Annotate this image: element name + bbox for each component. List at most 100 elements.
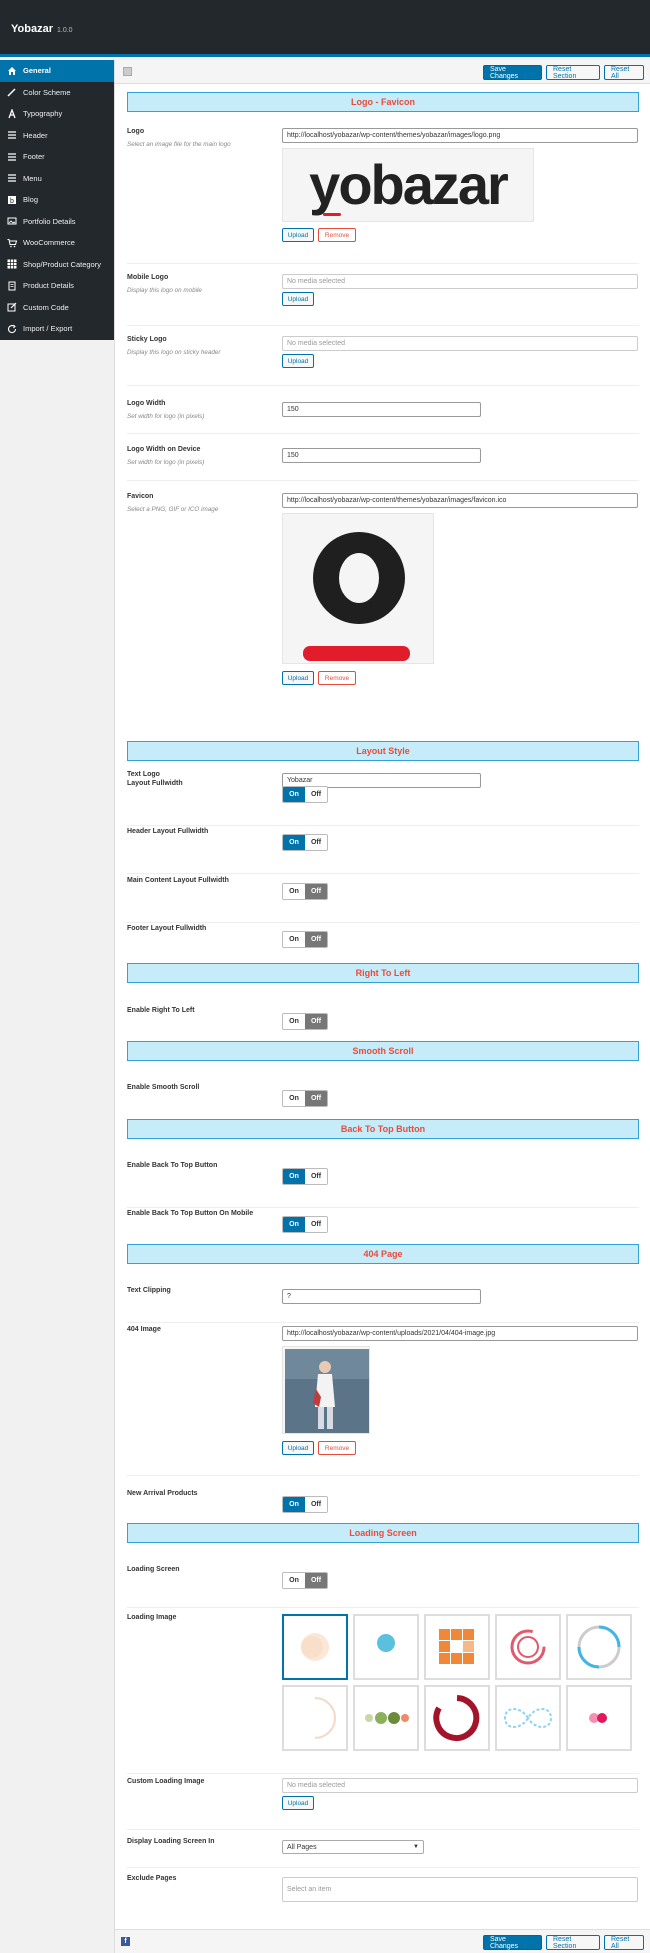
reset-all-button[interactable]: Reset All xyxy=(604,65,644,80)
sidebar-item-custom-code[interactable]: Custom Code xyxy=(0,297,114,319)
loader-option-6[interactable] xyxy=(282,1685,348,1751)
sticky-logo-input[interactable]: No media selected xyxy=(282,336,638,351)
sidebar: General Color Scheme Typography Header F… xyxy=(0,60,114,340)
toggle-off[interactable]: Off xyxy=(305,884,327,899)
toggle-off[interactable]: Off xyxy=(305,1169,327,1184)
favicon-url-input[interactable]: http://localhost/yobazar/wp-content/them… xyxy=(282,493,638,508)
app-root: Yobazar 1.0.0 General Color Scheme Typogr… xyxy=(0,0,650,1953)
toggle-on[interactable]: On xyxy=(283,1091,305,1106)
field-mobile-logo: Mobile Logo Display this logo on mobile … xyxy=(127,274,639,326)
app-title: Yobazar xyxy=(11,23,53,35)
sidebar-item-label: Import / Export xyxy=(23,324,73,334)
loader-option-9[interactable] xyxy=(495,1685,561,1751)
toggle-off[interactable]: Off xyxy=(305,1497,327,1512)
back-to-top-toggle[interactable]: On Off xyxy=(282,1168,328,1185)
sidebar-item-import-export[interactable]: Import / Export xyxy=(0,318,114,340)
404-image-url-input[interactable]: http://localhost/yobazar/wp-content/uplo… xyxy=(282,1326,638,1341)
toggle-on[interactable]: On xyxy=(283,835,305,850)
loading-screen-toggle[interactable]: On Off xyxy=(282,1572,328,1589)
loader-option-1[interactable] xyxy=(282,1614,348,1680)
sidebar-item-label: Menu xyxy=(23,173,42,183)
save-changes-button[interactable]: Save Changes xyxy=(483,1935,542,1950)
sidebar-item-blog[interactable]: b Blog xyxy=(0,189,114,211)
toggle-off[interactable]: Off xyxy=(305,1014,327,1029)
loader-option-4[interactable] xyxy=(495,1614,561,1680)
field-label: Loading Image xyxy=(127,1614,177,1621)
sidebar-item-typography[interactable]: Typography xyxy=(0,103,114,125)
enable-rtl-toggle[interactable]: On Off xyxy=(282,1013,328,1030)
toggle-on[interactable]: On xyxy=(283,1217,305,1232)
svg-text:b: b xyxy=(10,198,14,205)
loader-option-5[interactable] xyxy=(566,1614,632,1680)
loader-option-8[interactable] xyxy=(424,1685,490,1751)
toggle-off[interactable]: Off xyxy=(305,1217,327,1232)
footer-fullwidth-toggle[interactable]: On Off xyxy=(282,931,328,948)
loader-preview xyxy=(314,1697,336,1739)
app-version: 1.0.0 xyxy=(56,27,73,34)
sidebar-item-label: Blog xyxy=(23,195,39,205)
sidebar-item-footer[interactable]: Footer xyxy=(0,146,114,168)
toggle-on[interactable]: On xyxy=(283,1573,305,1588)
loader-preview xyxy=(577,1625,621,1669)
reset-section-button[interactable]: Reset Section xyxy=(546,1935,600,1950)
sidebar-item-woocommerce[interactable]: WooCommerce xyxy=(0,232,114,254)
reset-all-button[interactable]: Reset All xyxy=(604,1935,644,1950)
custom-loading-image-input[interactable]: No media selected xyxy=(282,1778,638,1793)
mobile-logo-upload-button[interactable]: Upload xyxy=(282,292,314,306)
back-to-top-mobile-toggle[interactable]: On Off xyxy=(282,1216,328,1233)
field-label: Enable Right To Left xyxy=(127,1007,195,1014)
favicon-remove-button[interactable]: Remove xyxy=(318,671,356,685)
toggle-off[interactable]: Off xyxy=(305,1091,327,1106)
menu-lines-icon xyxy=(7,130,17,140)
logo-width-device-input[interactable]: 150 xyxy=(282,448,481,463)
sidebar-item-menu[interactable]: Menu xyxy=(0,168,114,190)
facebook-icon[interactable]: f xyxy=(121,1937,130,1946)
section-title-smooth-scroll: Smooth Scroll xyxy=(127,1041,639,1061)
logo-url-input[interactable]: http://localhost/yobazar/wp-content/them… xyxy=(282,128,638,143)
expand-options-icon[interactable] xyxy=(123,67,132,76)
mobile-logo-input[interactable]: No media selected xyxy=(282,274,638,289)
sidebar-item-color-scheme[interactable]: Color Scheme xyxy=(0,82,114,104)
reset-section-button[interactable]: Reset Section xyxy=(546,65,600,80)
toggle-off[interactable]: Off xyxy=(305,1573,327,1588)
toggle-off[interactable]: Off xyxy=(305,835,327,850)
toggle-on[interactable]: On xyxy=(283,1169,305,1184)
logo-remove-button[interactable]: Remove xyxy=(318,228,356,242)
toggle-on[interactable]: On xyxy=(283,884,305,899)
sidebar-item-portfolio-details[interactable]: Portfolio Details xyxy=(0,211,114,233)
logo-upload-button[interactable]: Upload xyxy=(282,228,314,242)
loader-option-7[interactable] xyxy=(353,1685,419,1751)
loader-option-10[interactable] xyxy=(566,1685,632,1751)
toggle-off[interactable]: Off xyxy=(305,932,327,947)
sidebar-item-header[interactable]: Header xyxy=(0,125,114,147)
loader-option-2[interactable] xyxy=(353,1614,419,1680)
404-image-remove-button[interactable]: Remove xyxy=(318,1441,356,1455)
field-new-arrival-products: New Arrival Products On Off xyxy=(127,1490,639,1522)
logo-width-input[interactable]: 150 xyxy=(282,402,481,417)
sidebar-item-shop-product-category[interactable]: Shop/Product Category xyxy=(0,254,114,276)
text-clipping-input[interactable]: ? xyxy=(282,1289,481,1304)
favicon-upload-button[interactable]: Upload xyxy=(282,671,314,685)
save-changes-button[interactable]: Save Changes xyxy=(483,65,542,80)
sidebar-item-general[interactable]: General xyxy=(0,60,114,82)
toggle-on[interactable]: On xyxy=(283,787,305,802)
field-label: Custom Loading Image xyxy=(127,1778,205,1785)
display-loading-screen-select[interactable]: All Pages ▼ xyxy=(282,1840,424,1854)
exclude-pages-input[interactable]: Select an item xyxy=(282,1877,638,1902)
field-logo: Logo Select an image file for the main l… xyxy=(127,128,639,264)
new-arrival-products-toggle[interactable]: On Off xyxy=(282,1496,328,1513)
404-image-upload-button[interactable]: Upload xyxy=(282,1441,314,1455)
toggle-on[interactable]: On xyxy=(283,932,305,947)
header-fullwidth-toggle[interactable]: On Off xyxy=(282,834,328,851)
toggle-on[interactable]: On xyxy=(283,1014,305,1029)
loader-option-3[interactable] xyxy=(424,1614,490,1680)
custom-loading-upload-button[interactable]: Upload xyxy=(282,1796,314,1810)
toggle-off[interactable]: Off xyxy=(305,787,327,802)
enable-smooth-scroll-toggle[interactable]: On Off xyxy=(282,1090,328,1107)
layout-fullwidth-toggle[interactable]: On Off xyxy=(282,786,328,803)
toggle-on[interactable]: On xyxy=(283,1497,305,1512)
main-content-fullwidth-toggle[interactable]: On Off xyxy=(282,883,328,900)
sticky-logo-upload-button[interactable]: Upload xyxy=(282,354,314,368)
logo-preview: yobazar xyxy=(282,148,534,222)
sidebar-item-product-details[interactable]: Product Details xyxy=(0,275,114,297)
